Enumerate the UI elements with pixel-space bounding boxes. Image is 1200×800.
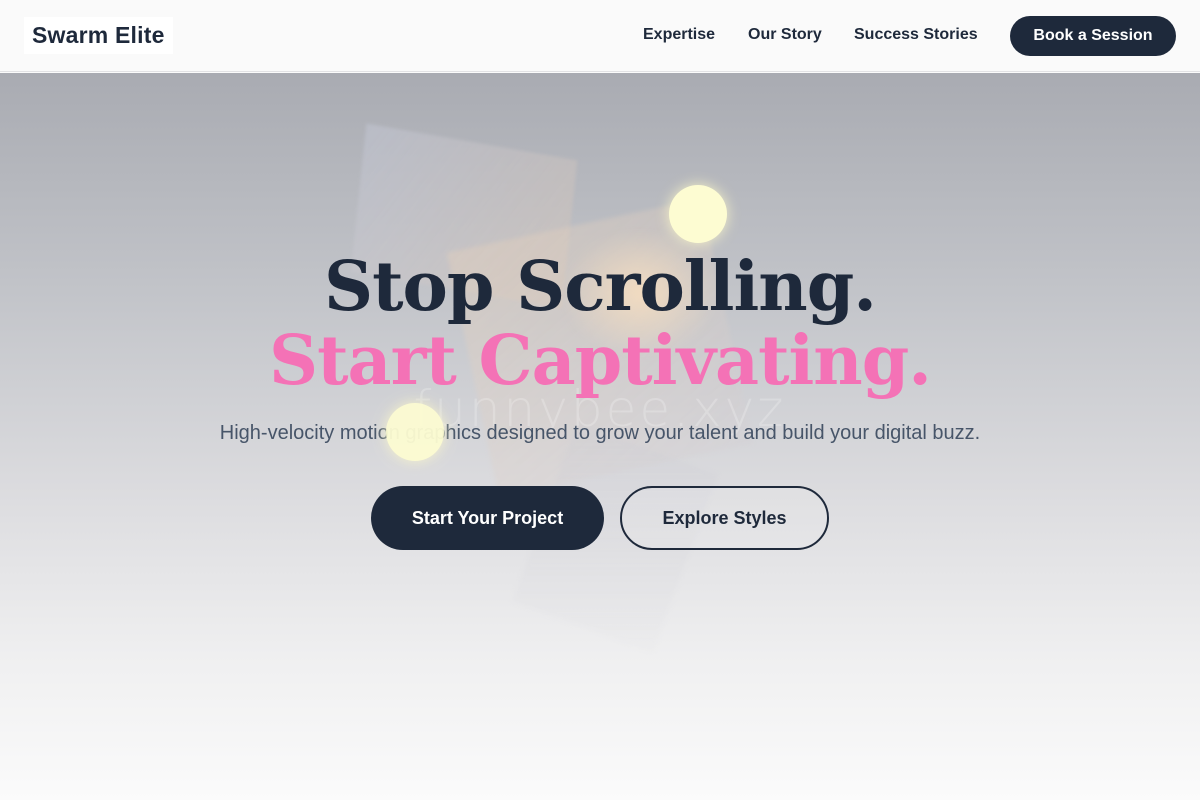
top-navbar: Swarm Elite Expertise Our Story Success … bbox=[0, 0, 1200, 72]
start-project-button[interactable]: Start Your Project bbox=[371, 486, 604, 550]
nav-link-success-stories[interactable]: Success Stories bbox=[854, 26, 978, 44]
nav-link-our-story[interactable]: Our Story bbox=[748, 26, 822, 44]
book-session-button[interactable]: Book a Session bbox=[1010, 16, 1176, 56]
hero-headline-line1: Stop Scrolling. bbox=[324, 247, 877, 327]
nav-link-expertise[interactable]: Expertise bbox=[643, 26, 715, 44]
hero-section: funnybee.xyz Stop Scrolling. Start Capti… bbox=[0, 73, 1200, 800]
hero-headline-line2: Start Captivating. bbox=[269, 321, 932, 401]
explore-styles-button[interactable]: Explore Styles bbox=[620, 486, 829, 550]
glowing-orb-decoration bbox=[386, 403, 444, 461]
glowing-orb-decoration bbox=[669, 185, 727, 243]
brand-logo[interactable]: Swarm Elite bbox=[24, 17, 173, 54]
hero-subtitle: High-velocity motion graphics designed t… bbox=[219, 422, 981, 444]
